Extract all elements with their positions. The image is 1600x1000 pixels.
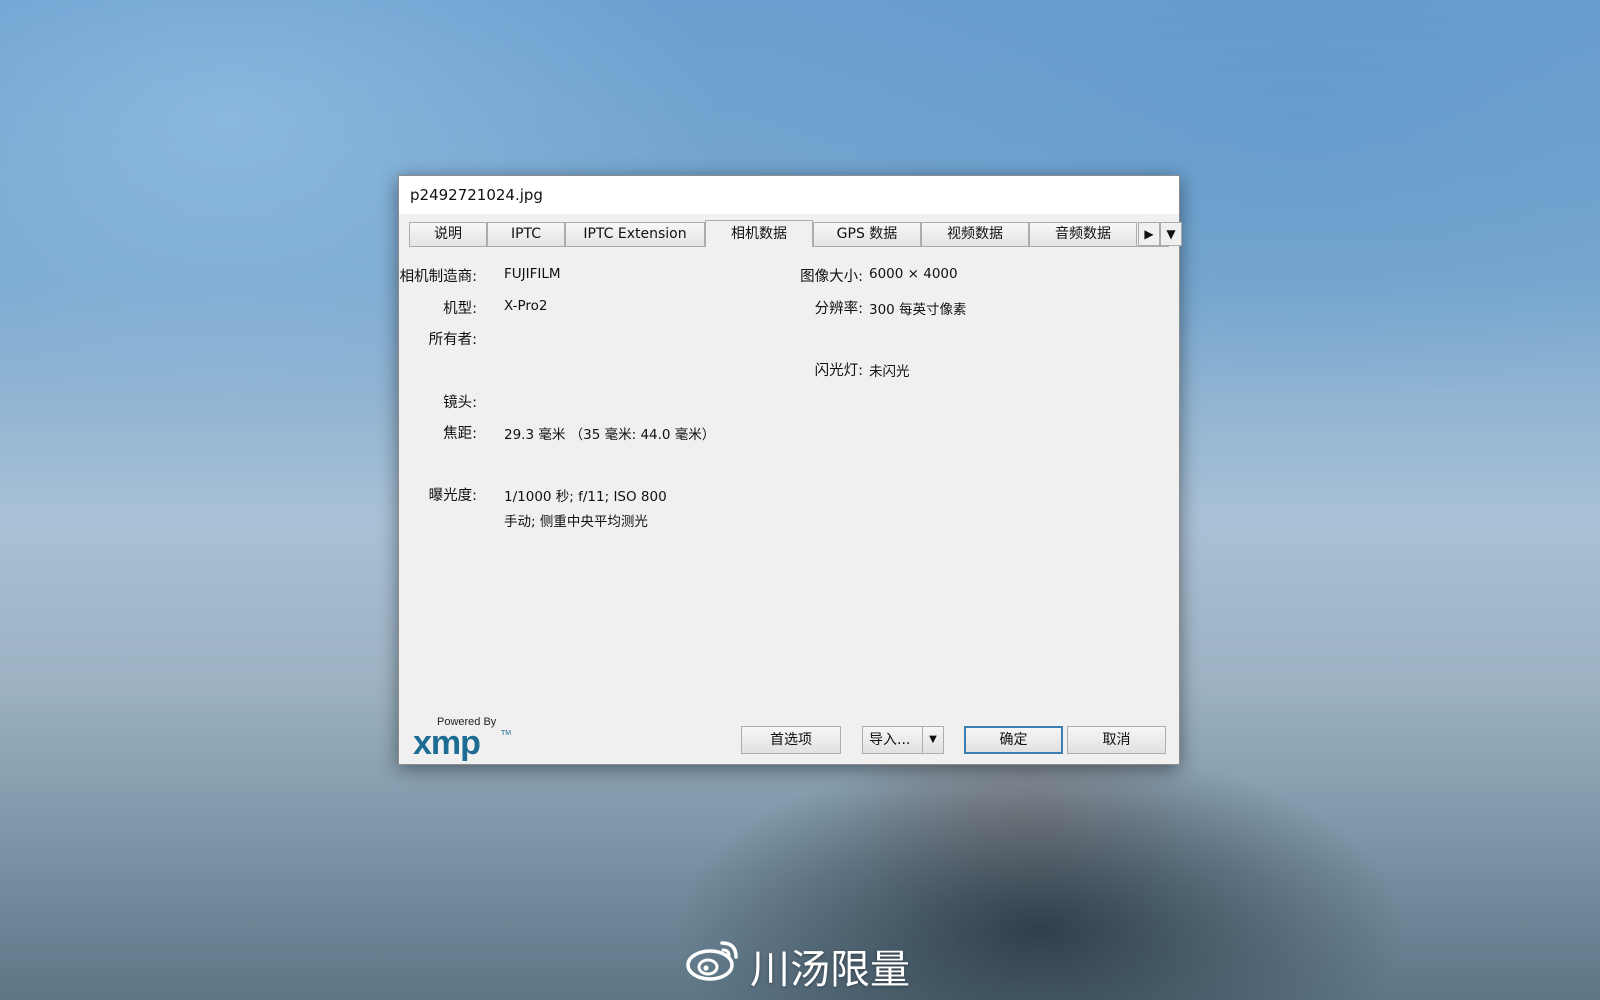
flash-value: 未闪光 [869,364,910,380]
camera-model-value: X-Pro2 [504,298,548,314]
xmp-wordmark: xmp [413,724,481,762]
exposure-mode-value: 手动; 侧重中央平均测光 [504,514,648,530]
chevron-down-icon: ▼ [1166,227,1176,241]
watermark-text: 川汤限量 [750,947,910,993]
focal-length-value: 29.3 毫米 （35 毫米: 44.0 毫米） [504,427,716,443]
xmp-trademark: TM [501,730,512,737]
tab-audio-data[interactable]: 音频数据 [1029,222,1137,246]
tab-iptc-extension[interactable]: IPTC Extension [565,222,705,246]
exposure-label: 曝光度: [428,488,477,504]
play-right-icon: ▶ [1144,227,1154,241]
import-button[interactable]: 导入... ▼ [862,726,944,754]
flash-label: 闪光灯: [814,363,863,379]
tab-strip: 说明 IPTC IPTC Extension 相机数据 GPS 数据 视频数据 … [409,220,1182,247]
preferences-button[interactable]: 首选项 [741,726,841,754]
exposure-value: 1/1000 秒; f/11; ISO 800 [504,489,667,505]
weibo-icon [686,941,738,981]
ok-button[interactable]: 确定 [964,726,1063,754]
camera-model-label: 机型: [443,301,477,317]
image-size-label: 图像大小: [800,269,863,285]
xmp-logo: Powered By xmp TM [413,716,513,762]
resolution-label: 分辨率: [814,301,863,317]
tab-list-menu-button[interactable]: ▼ [1160,222,1182,246]
focal-length-label: 焦距: [443,426,477,442]
lens-label: 镜头: [443,395,477,411]
camera-make-label: 相机制造商: [399,269,477,285]
tab-camera-data[interactable]: 相机数据 [705,220,813,247]
camera-data-panel: 相机制造商: FUJIFILM 机型: X-Pro2 所有者: 镜头: 焦距: … [400,246,1169,687]
tab-description[interactable]: 说明 [409,222,487,246]
dialog-title: p2492721024.jpg [410,186,543,204]
chevron-down-icon[interactable]: ▼ [922,727,943,753]
owner-label: 所有者: [428,332,477,348]
tab-scroll-next-button[interactable]: ▶ [1138,222,1160,246]
camera-make-value: FUJIFILM [504,266,561,282]
tab-gps-data[interactable]: GPS 数据 [813,222,921,246]
import-button-label: 导入... [869,732,911,748]
tab-iptc[interactable]: IPTC [487,222,565,246]
cancel-button[interactable]: 取消 [1067,726,1166,754]
resolution-value: 300 每英寸像素 [869,302,967,318]
image-size-value: 6000 × 4000 [869,266,958,282]
dialog-titlebar[interactable]: p2492721024.jpg [399,176,1179,214]
file-info-dialog: p2492721024.jpg 说明 IPTC IPTC Extension 相… [398,175,1182,765]
tab-video-data[interactable]: 视频数据 [921,222,1029,246]
